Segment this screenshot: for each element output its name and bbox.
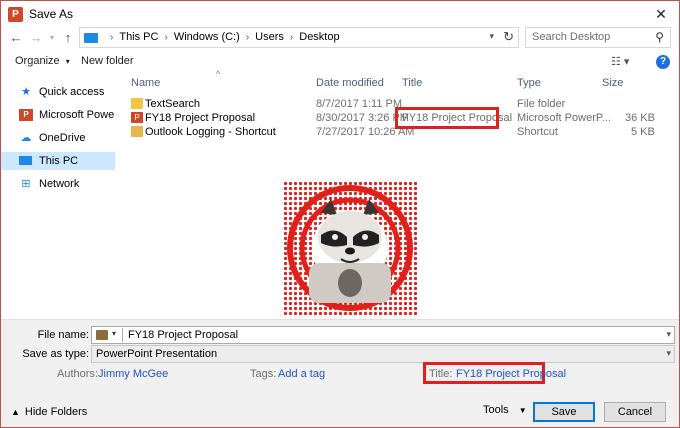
column-header-title[interactable]: Title: [402, 77, 422, 95]
breadcrumb-separator-icon: ›: [164, 31, 168, 43]
raccoon-image: [283, 181, 417, 315]
forward-arrow-icon[interactable]: →: [29, 29, 43, 47]
file-type: Shortcut: [517, 126, 558, 138]
new-folder-button[interactable]: New folder: [81, 55, 134, 67]
address-bar[interactable]: › This PC › Windows (C:) › Users › Deskt…: [79, 27, 519, 48]
help-icon[interactable]: ?: [656, 55, 670, 69]
navigation-pane: ★ Quick access P Microsoft PowerPoint ☁ …: [1, 73, 115, 317]
breadcrumb: › This PC › Windows (C:) › Users › Deskt…: [104, 31, 340, 43]
save-as-dialog: P Save As ✕ ← → ▾ ↑ › This PC › Windows …: [0, 0, 680, 428]
toolbar: Organize ▾ New folder ☷ ▾ ?: [1, 51, 679, 73]
sidebar-item-label: Microsoft PowerPoint: [39, 109, 115, 121]
hide-folders-button[interactable]: ▲ Hide Folders: [11, 406, 87, 418]
address-row: ← → ▾ ↑ › This PC › Windows (C:) › Users…: [1, 27, 679, 49]
powerpoint-file-icon: P: [131, 112, 143, 123]
network-icon: ⊞: [21, 178, 31, 190]
sidebar-item-onedrive[interactable]: ☁ OneDrive: [1, 129, 115, 147]
sidebar-item-label: OneDrive: [39, 132, 86, 144]
computer-icon: [19, 155, 33, 167]
title-bar: P Save As ✕: [1, 1, 679, 27]
breadcrumb-separator-icon: ›: [245, 31, 250, 43]
sidebar-item-microsoft-powerpoint[interactable]: P Microsoft PowerPoint: [1, 106, 115, 124]
sidebar-item-quick-access[interactable]: ★ Quick access: [1, 83, 115, 101]
tools-button[interactable]: Tools ▼: [483, 404, 527, 416]
search-box[interactable]: ⚲: [525, 27, 671, 48]
save-as-type-value: PowerPoint Presentation: [96, 348, 218, 360]
chevron-down-icon: ▾: [65, 57, 70, 66]
file-size: 36 KB: [625, 112, 655, 124]
breadcrumb-users[interactable]: Users: [255, 31, 284, 43]
this-pc-icon: [84, 33, 98, 43]
up-arrow-icon[interactable]: ↑: [61, 29, 75, 47]
breadcrumb-separator-icon: ›: [110, 31, 114, 43]
column-header-type[interactable]: Type: [517, 77, 541, 95]
file-name-field[interactable]: ▾ FY18 Project Proposal ▾: [91, 326, 675, 344]
hide-folders-label: Hide Folders: [24, 406, 88, 418]
title-label: Title:: [429, 368, 453, 380]
sort-ascending-icon: ^: [216, 69, 221, 79]
tags-field[interactable]: Add a tag: [278, 368, 325, 380]
column-header-name[interactable]: Name: [131, 77, 160, 95]
search-input[interactable]: [532, 31, 648, 43]
sidebar-item-network[interactable]: ⊞ Network: [1, 175, 115, 193]
close-icon[interactable]: ✕: [651, 5, 671, 23]
sidebar-item-label: Network: [39, 178, 80, 190]
powerpoint-icon: P: [19, 109, 33, 121]
tools-label: Tools: [483, 404, 509, 416]
folder-icon: [131, 98, 143, 109]
file-name: FY18 Project Proposal: [145, 112, 256, 124]
file-name: TextSearch: [145, 98, 201, 110]
file-type-icon: [96, 330, 108, 340]
sidebar-item-label: Quick access: [39, 86, 105, 98]
file-name: Outlook Logging - Shortcut: [145, 126, 276, 138]
window-title: Save As: [29, 7, 74, 21]
organize-label: Organize: [15, 55, 60, 67]
chevron-down-icon: ▼: [518, 406, 527, 415]
save-as-type-label: Save as type:: [22, 348, 89, 360]
chevron-up-icon: ▲: [11, 407, 20, 417]
breadcrumb-windows-c[interactable]: Windows (C:): [174, 31, 240, 43]
file-date: 8/7/2017 1:11 PM: [316, 98, 403, 110]
cancel-button[interactable]: Cancel: [604, 402, 666, 422]
breadcrumb-desktop[interactable]: Desktop: [299, 31, 339, 43]
save-as-type-select[interactable]: PowerPoint Presentation ▾: [91, 345, 675, 363]
chevron-down-icon[interactable]: ▾: [112, 329, 116, 338]
file-size: 5 KB: [631, 126, 655, 138]
file-type: Microsoft PowerP...: [517, 112, 611, 124]
cloud-icon: ☁: [20, 132, 32, 144]
refresh-icon[interactable]: ↻: [503, 29, 514, 45]
save-button[interactable]: Save: [533, 402, 595, 422]
shortcut-icon: [131, 126, 143, 137]
chevron-down-icon[interactable]: ▾: [666, 329, 671, 340]
star-icon: ★: [21, 86, 31, 98]
title-field[interactable]: FY18 Project Proposal: [456, 368, 566, 380]
search-icon[interactable]: ⚲: [655, 30, 664, 44]
file-type: File folder: [517, 98, 566, 110]
authors-label: Authors:: [57, 368, 98, 380]
powerpoint-app-icon: P: [8, 7, 23, 22]
divider: [122, 328, 123, 342]
back-arrow-icon[interactable]: ←: [9, 29, 23, 47]
title-highlight-annotation: [395, 107, 499, 129]
address-dropdown-icon[interactable]: ▾: [489, 31, 494, 42]
sidebar-item-this-pc[interactable]: This PC: [1, 152, 115, 170]
breadcrumb-separator-icon: ›: [289, 31, 294, 43]
column-header-size[interactable]: Size: [602, 77, 623, 95]
tags-label: Tags:: [250, 368, 277, 380]
file-name-label: File name:: [37, 329, 89, 341]
sidebar-item-label: This PC: [39, 155, 79, 167]
breadcrumb-this-pc[interactable]: This PC: [119, 31, 158, 43]
file-name-value: FY18 Project Proposal: [128, 329, 239, 341]
column-header-date-modified[interactable]: Date modified: [316, 77, 384, 95]
recent-locations-chevron-icon[interactable]: ▾: [45, 29, 59, 47]
chevron-down-icon: ▾: [666, 348, 671, 358]
organize-button[interactable]: Organize ▾: [15, 55, 70, 67]
authors-field[interactable]: Jimmy McGee: [98, 368, 168, 380]
save-options-panel: File name: ▾ FY18 Project Proposal ▾ Sav…: [1, 319, 679, 427]
view-options-icon[interactable]: ☷ ▾: [611, 55, 629, 68]
